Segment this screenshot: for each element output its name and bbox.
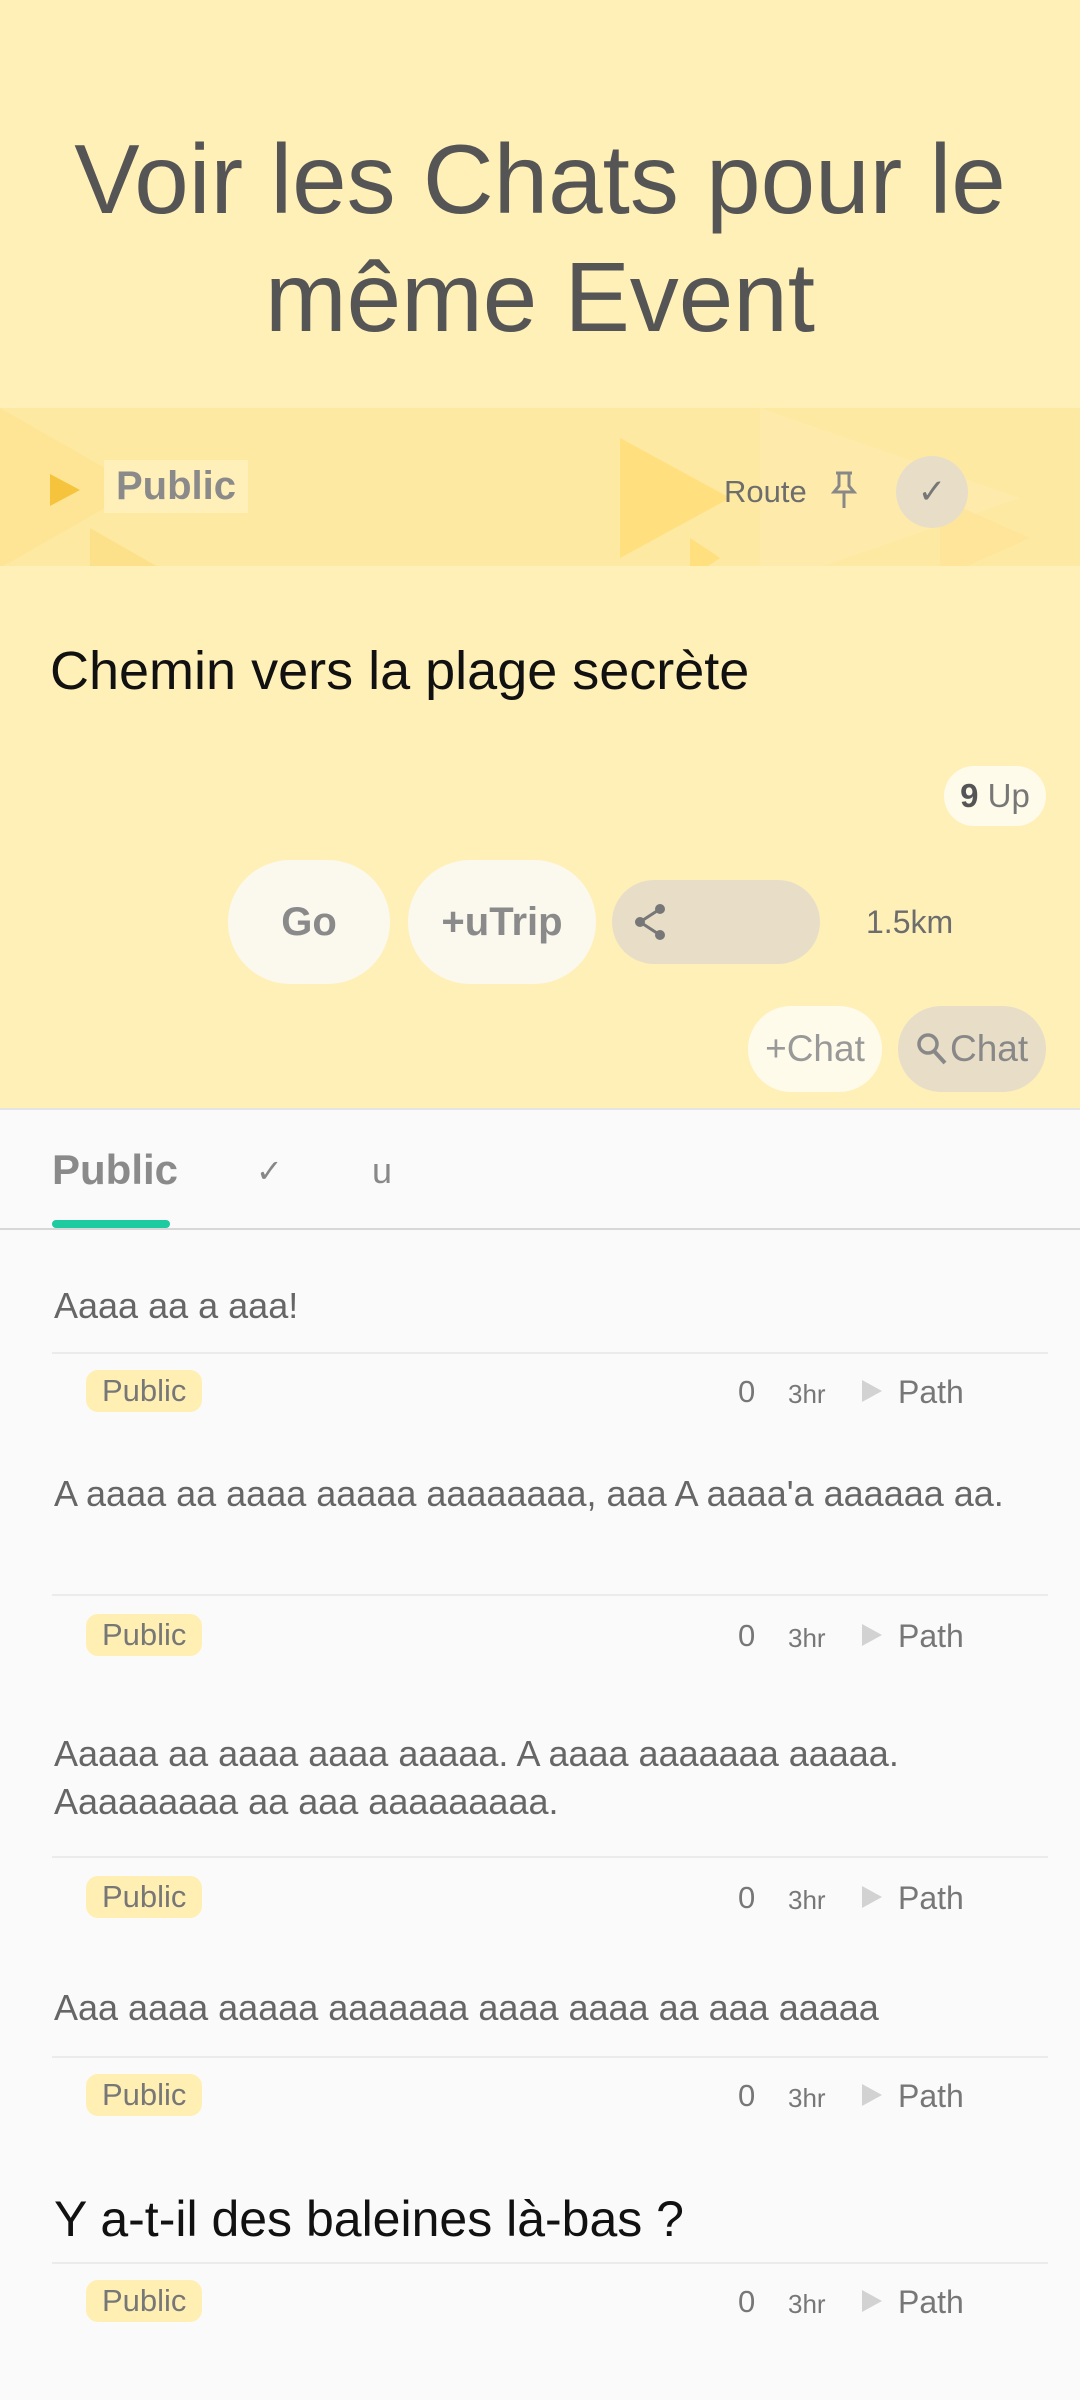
play-icon [862, 2290, 882, 2312]
post-question: Y a-t-il des baleines là-bas ? [54, 2191, 684, 2247]
chat-tabs: Public ✓ u [0, 1108, 1080, 1230]
list-item[interactable]: A aaaa aa aaaa aaaaa aaaaaaaa, aaa A aaa… [0, 1462, 1080, 1656]
share-button[interactable] [612, 880, 820, 964]
path-link[interactable]: Path [898, 2078, 964, 2115]
post-text: Aaaaa aa aaaa aaaa aaaaa. A aaaa aaaaaaa… [54, 1733, 899, 1822]
up-label: Up [987, 777, 1030, 814]
add-chat-button[interactable]: +Chat [748, 1006, 882, 1092]
tab-checked[interactable]: ✓ [256, 1152, 283, 1190]
active-tab-indicator [52, 1220, 170, 1228]
reply-count: 0 [738, 1880, 756, 1915]
timestamp: 3hr [788, 1885, 826, 1915]
event-title: Chemin vers la plage secrète [50, 641, 750, 701]
timestamp: 3hr [788, 1623, 826, 1653]
visibility-badge: Public [86, 2074, 203, 2116]
reply-count: 0 [738, 2284, 756, 2319]
timestamp: 3hr [788, 2083, 826, 2113]
post-text: Aaaa aa a aaa! [54, 1285, 299, 1326]
play-icon [862, 1624, 882, 1646]
play-icon [862, 1886, 882, 1908]
play-icon [862, 1380, 882, 1402]
path-link[interactable]: Path [898, 2284, 964, 2321]
reply-count: 0 [738, 1618, 756, 1653]
check-button[interactable]: ✓ [896, 456, 968, 528]
pin-icon[interactable] [830, 470, 858, 510]
search-icon [917, 1033, 947, 1065]
post-text: A aaaa aa aaaa aaaaa aaaaaaaa, aaa A aaa… [54, 1473, 1004, 1514]
add-utrip-button[interactable]: +uTrip [408, 860, 596, 984]
share-icon [635, 904, 665, 940]
search-chat-label: Chat [950, 1028, 1029, 1069]
event-header: Voir les Chats pour le même Event Public… [0, 0, 1080, 1108]
list-item[interactable]: Aaaaa aa aaaa aaaa aaaaa. A aaaa aaaaaaa… [0, 1722, 1080, 1918]
reply-count: 0 [738, 1374, 756, 1409]
visibility-badge: Public [86, 1614, 203, 1656]
tab-u[interactable]: u [372, 1150, 392, 1192]
visibility-badge: Public [86, 1370, 203, 1412]
path-link[interactable]: Path [898, 1880, 964, 1917]
play-icon [50, 474, 80, 506]
up-vote-button[interactable]: 9 Up [944, 766, 1046, 826]
search-chat-button[interactable]: Chat [898, 1006, 1046, 1092]
timestamp: 3hr [788, 1379, 826, 1409]
play-icon [862, 2084, 882, 2106]
timestamp: 3hr [788, 2289, 826, 2319]
route-label: Route [724, 474, 807, 509]
up-count: 9 [960, 777, 979, 814]
list-item[interactable]: Y a-t-il des baleines là-bas ? Public 0 … [0, 2184, 1080, 2324]
visibility-badge: Public [86, 2280, 203, 2322]
check-icon: ✓ [917, 473, 947, 511]
tab-public[interactable]: Public [52, 1146, 178, 1194]
path-link[interactable]: Path [898, 1374, 964, 1411]
visibility-badge: Public [86, 1876, 203, 1918]
reply-count: 0 [738, 2078, 756, 2113]
post-text: Aaa aaaa aaaaa aaaaaaa aaaa aaaa aa aaa … [54, 1987, 879, 2028]
distance-label: 1.5km [866, 904, 954, 940]
path-link[interactable]: Path [898, 1618, 964, 1655]
hero-title: Voir les Chats pour le même Event [74, 124, 1006, 352]
list-item[interactable]: Aaaa aa a aaa! Public 0 3hr Path [0, 1270, 1080, 1412]
list-item[interactable]: Aaa aaaa aaaaa aaaaaaa aaaa aaaa aa aaa … [0, 1984, 1080, 2116]
visibility-label: Public [104, 460, 249, 513]
go-button[interactable]: Go [228, 860, 390, 984]
